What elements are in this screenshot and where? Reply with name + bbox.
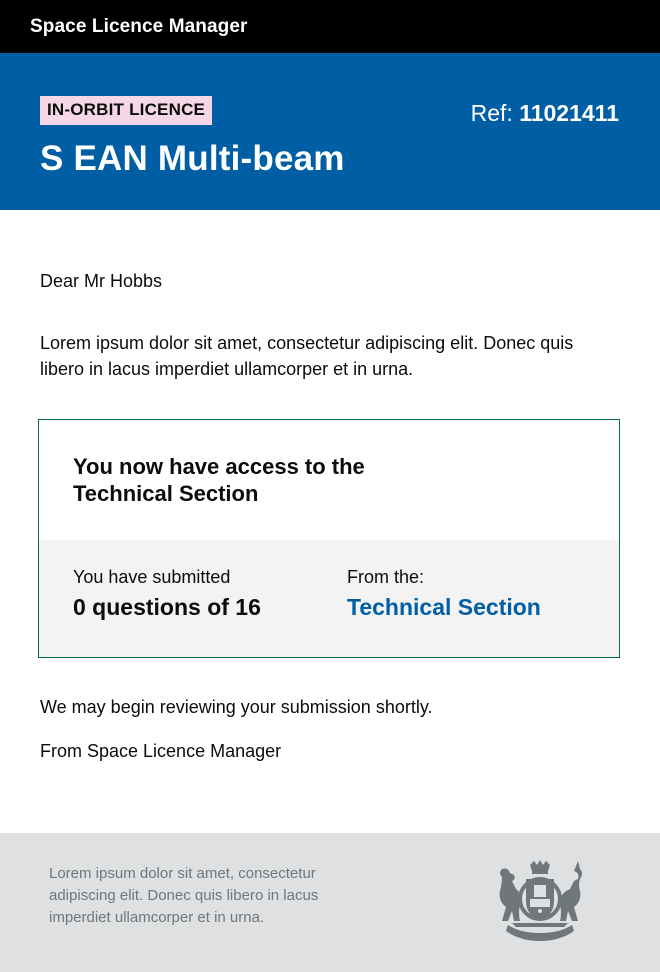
licence-type-tag: IN-ORBIT LICENCE [40,96,213,125]
panel-summary: You have submitted 0 questions of 16 Fro… [39,540,619,657]
footer: Lorem ipsum dolor sit amet, consectetur … [0,833,660,972]
royal-coat-of-arms-icon [499,860,582,941]
reference: Ref: 11021411 [471,100,619,127]
signoff: From Space Licence Manager [40,741,282,761]
from-label: From the: [347,567,425,587]
footer-text: Lorem ipsum dolor sit amet, consectetur … [49,865,319,926]
app-title: Space Licence Manager [30,15,248,37]
page-title: S EAN Multi-beam [40,139,345,178]
reference-number: 11021411 [519,100,619,126]
reference-label: Ref: [470,100,513,126]
technical-section-link[interactable]: Technical Section [347,594,541,621]
submitted-stat: You have submitted 0 questions of 16 [73,567,261,621]
panel-heading: You now have access to the Technical Sec… [73,454,365,506]
submitted-label: You have submitted [73,567,231,587]
hero-banner: IN-ORBIT LICENCE Ref: 11021411 S EAN Mul… [0,53,660,210]
greeting: Dear Mr Hobbs [40,271,163,291]
intro-paragraph: Lorem ipsum dolor sit amet, consectetur … [40,333,574,379]
section-stat: From the: Technical Section [347,567,541,621]
top-bar: Space Licence Manager [0,0,660,53]
review-note: We may begin reviewing your submission s… [40,697,433,717]
submitted-count: 0 questions of 16 [73,594,261,620]
access-panel: You now have access to the Technical Sec… [38,419,620,658]
